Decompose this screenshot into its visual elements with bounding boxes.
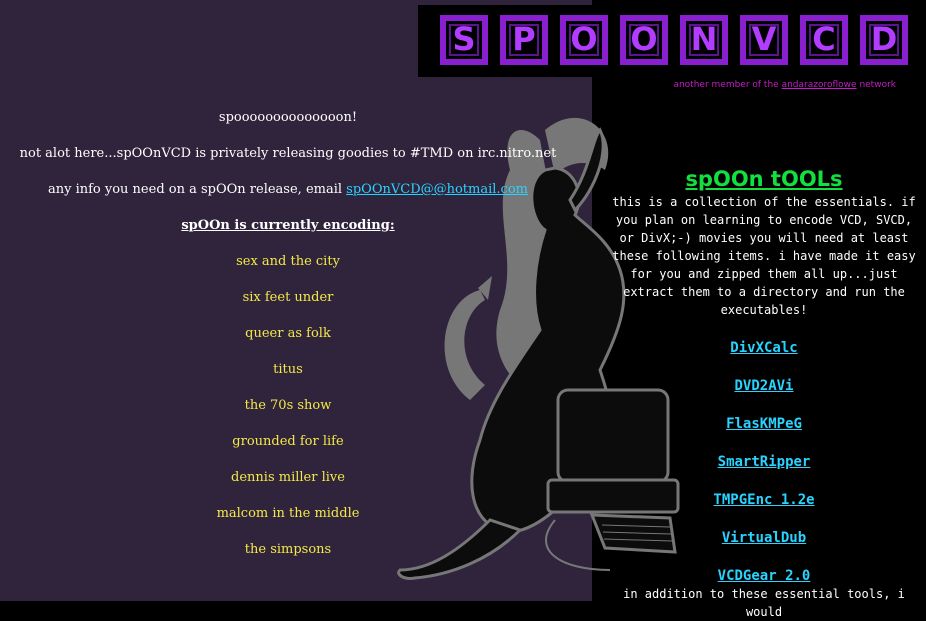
show-item: six feet under: [242, 290, 334, 305]
site-logo: S P O O N V C D: [418, 5, 914, 77]
logo-letter: V: [740, 15, 788, 65]
tool-link-dvd2avi[interactable]: DVD2AVi: [604, 377, 924, 415]
contact-prefix: any info you need on a spOOn release, em…: [47, 182, 343, 197]
show-item: dennis miller live: [231, 470, 345, 485]
tools-intro: this is a collection of the essentials. …: [612, 195, 916, 317]
show-item: queer as folk: [245, 326, 331, 341]
tool-link-flaskmpeg[interactable]: FlasKMPeG: [604, 415, 924, 453]
release-info-text: not alot here...spOOnVCD is privately re…: [19, 146, 557, 161]
network-suffix: network: [859, 80, 896, 90]
tool-list: DivXCalc DVD2AVi FlasKMPeG SmartRipper T…: [604, 339, 924, 605]
tool-link-divxcalc[interactable]: DivXCalc: [604, 339, 924, 377]
logo-letter: S: [440, 15, 488, 65]
email-link[interactable]: spOOnVCD@@hotmail.com: [346, 182, 528, 197]
left-content: spoooooooooooooon! not alot here...spOOn…: [0, 108, 576, 576]
tools-title: spOOn tOOLs: [685, 167, 843, 191]
show-item: the 70s show: [244, 398, 332, 413]
logo-letter: D: [860, 15, 908, 65]
show-item: sex and the city: [236, 254, 340, 269]
tools-outro: in addition to these essential tools, i …: [623, 587, 905, 619]
network-link[interactable]: andarazoroflowe: [782, 80, 857, 90]
tools-section: spOOn tOOLs this is a collection of the …: [604, 165, 924, 619]
show-item: the simpsons: [244, 542, 332, 557]
greeting-text: spoooooooooooooon!: [218, 110, 358, 125]
tool-link-smartripper[interactable]: SmartRipper: [604, 453, 924, 491]
logo-letter: O: [620, 15, 668, 65]
show-item: malcom in the middle: [216, 506, 360, 521]
contact-line: any info you need on a spOOn release, em…: [0, 180, 576, 216]
network-prefix: another member of the: [673, 80, 779, 90]
logo-letter: P: [500, 15, 548, 65]
network-tagline: another member of the andarazoroflowe ne…: [418, 80, 896, 90]
encoding-title: spOOn is currently encoding:: [181, 218, 395, 233]
show-item: grounded for life: [232, 434, 344, 449]
logo-letter: N: [680, 15, 728, 65]
logo-letter: C: [800, 15, 848, 65]
logo-letter: O: [560, 15, 608, 65]
tool-link-tmpgenc[interactable]: TMPGEnc 1.2e: [604, 491, 924, 529]
show-item: titus: [273, 362, 303, 377]
tool-link-virtualdub[interactable]: VirtualDub: [604, 529, 924, 567]
